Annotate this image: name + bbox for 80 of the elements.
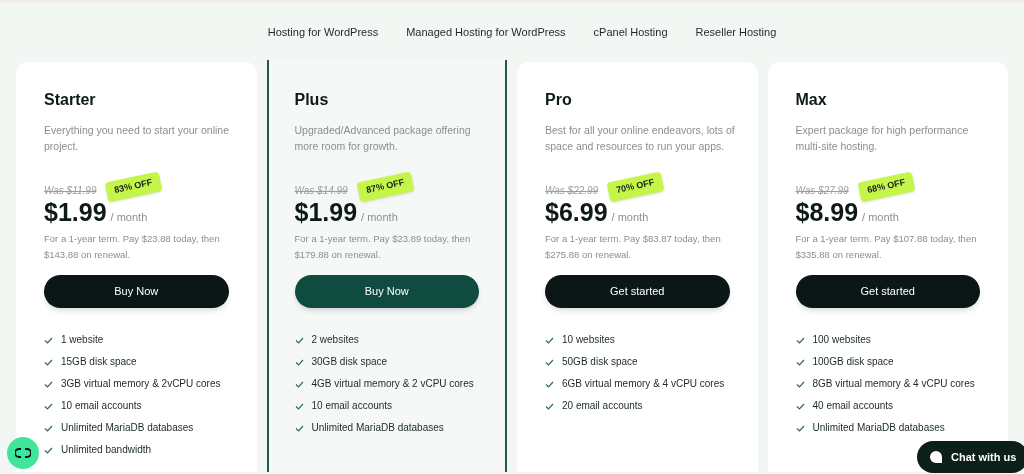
plan-button[interactable]: Get started bbox=[545, 275, 730, 308]
check-icon bbox=[294, 336, 304, 344]
plan-description: Expert package for high performance multi-site hosting. bbox=[795, 123, 970, 154]
billing-note: For a 1-year term. Pay $83.87 today, then $275.88 on renewal. bbox=[545, 232, 722, 262]
plan-button[interactable]: Get started bbox=[795, 275, 980, 308]
feature-text: 10 email accounts bbox=[311, 399, 393, 413]
feature-text: Unlimited bandwidth bbox=[61, 443, 152, 457]
discount-tag: 83% OFF bbox=[105, 171, 163, 202]
check-icon bbox=[795, 336, 805, 344]
nav-link[interactable]: Managed Hosting for WordPress bbox=[406, 24, 566, 41]
plan-button[interactable]: Buy Now bbox=[294, 275, 479, 308]
check-icon bbox=[545, 336, 554, 344]
old-price: Was $14.99 bbox=[294, 184, 348, 198]
feature-text: 8GB virtual memory & 4 vCPU cores bbox=[812, 377, 975, 391]
check-icon bbox=[294, 380, 304, 388]
price-period: / month bbox=[611, 212, 649, 223]
price: $6.99 bbox=[545, 200, 608, 225]
price-period: / month bbox=[361, 212, 398, 223]
plan-title: Plus bbox=[294, 90, 330, 110]
price: $1.99 bbox=[44, 200, 107, 225]
feature-text: 15GB disk space bbox=[61, 355, 137, 369]
link-icon bbox=[15, 448, 31, 458]
price-period: / month bbox=[110, 212, 148, 223]
check-icon bbox=[44, 380, 53, 388]
old-price: Was $11.99 bbox=[44, 184, 97, 198]
feature-text: 4GB virtual memory & 2 vCPU cores bbox=[311, 377, 474, 391]
check-icon bbox=[294, 358, 304, 366]
check-icon bbox=[294, 424, 304, 432]
plan-description: Everything you need to start your online project. bbox=[44, 123, 231, 154]
discount-tag: 70% OFF bbox=[606, 171, 665, 202]
old-price: Was $22.99 bbox=[545, 184, 599, 198]
feature-text: 10 email accounts bbox=[61, 399, 142, 413]
feature-text: 20 email accounts bbox=[562, 399, 643, 413]
old-price: Was $27.99 bbox=[795, 184, 849, 198]
check-icon bbox=[44, 424, 53, 432]
check-icon bbox=[795, 402, 805, 410]
chat-bubble-icon bbox=[929, 450, 943, 464]
price-period: / month bbox=[862, 212, 899, 223]
check-icon bbox=[795, 358, 805, 366]
feature-text: Unlimited MariaDB databases bbox=[61, 421, 194, 435]
discount-tag: 87% OFF bbox=[356, 171, 414, 202]
plan-title: Max bbox=[795, 90, 828, 110]
chat-logo-button[interactable] bbox=[7, 437, 39, 469]
check-icon bbox=[545, 402, 554, 410]
check-icon bbox=[795, 380, 805, 388]
plan-title: Starter bbox=[44, 90, 97, 110]
feature-text: 40 email accounts bbox=[812, 399, 894, 413]
check-icon bbox=[795, 424, 805, 432]
feature-text: 100 websites bbox=[812, 333, 871, 347]
check-icon bbox=[294, 402, 304, 410]
check-icon bbox=[545, 358, 554, 366]
feature-text: 50GB disk space bbox=[562, 355, 638, 369]
price: $1.99 bbox=[294, 200, 358, 225]
feature-text: 1 website bbox=[61, 333, 104, 347]
feature-text: Unlimited MariaDB databases bbox=[812, 421, 945, 435]
billing-note: For a 1-year term. Pay $23.89 today, then $179.88 on renewal. bbox=[294, 232, 472, 262]
feature-text: Unlimited MariaDB databases bbox=[311, 421, 444, 435]
chat-button[interactable]: Chat with us bbox=[917, 441, 1024, 473]
plan-button[interactable]: Buy Now bbox=[44, 275, 229, 308]
feature-text: 100GB disk space bbox=[812, 355, 894, 369]
feature-text: 6GB virtual memory & 4 vCPU cores bbox=[562, 377, 725, 391]
check-icon bbox=[44, 358, 53, 366]
nav-link[interactable]: Reseller Hosting bbox=[695, 24, 777, 41]
check-icon bbox=[44, 336, 53, 344]
check-icon bbox=[44, 402, 53, 410]
billing-note: For a 1-year term. Pay $107.88 today, then $335.88 on renewal. bbox=[795, 232, 978, 262]
plan-title: Pro bbox=[545, 90, 573, 110]
feature-text: 2 websites bbox=[311, 333, 359, 347]
nav-link[interactable]: cPanel Hosting bbox=[593, 24, 668, 41]
nav-link[interactable]: Hosting for WordPress bbox=[267, 24, 379, 41]
check-icon bbox=[44, 446, 53, 454]
feature-text: 30GB disk space bbox=[311, 355, 388, 369]
price: $8.99 bbox=[795, 200, 859, 225]
plan-description: Upgraded/Advanced package offering more room for growth. bbox=[294, 123, 472, 154]
discount-tag: 68% OFF bbox=[857, 171, 915, 202]
plan-description: Best for all your online endeavors, lots of space and resources to run your apps. bbox=[545, 123, 736, 154]
feature-text: 10 websites bbox=[562, 333, 615, 347]
check-icon bbox=[545, 380, 554, 388]
feature-text: 3GB virtual memory & 2vCPU cores bbox=[61, 377, 221, 391]
billing-note: For a 1-year term. Pay $23.88 today, then $143.88 on renewal. bbox=[44, 232, 221, 262]
